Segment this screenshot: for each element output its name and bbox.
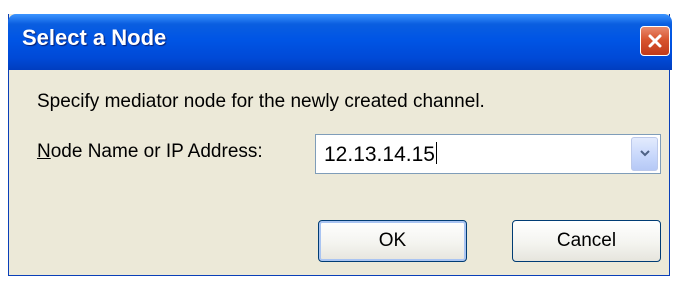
node-input[interactable]: 12.13.14.15 — [324, 142, 437, 167]
close-icon — [647, 33, 663, 49]
text-caret — [435, 142, 437, 164]
dialog-title: Select a Node — [22, 25, 167, 50]
node-input-value: 12.13.14.15 — [324, 143, 435, 166]
cancel-button[interactable]: Cancel — [512, 220, 661, 262]
instruction-text: Specify mediator node for the newly crea… — [37, 91, 485, 112]
label-text: ode Name or IP Address: — [50, 141, 263, 162]
node-field-label: Node Name or IP Address: — [37, 141, 263, 163]
chevron-down-icon — [639, 145, 651, 163]
dialog-body: Specify mediator node for the newly crea… — [9, 70, 669, 275]
close-button[interactable] — [640, 26, 670, 56]
ok-button[interactable]: OK — [318, 220, 467, 262]
node-combobox[interactable]: 12.13.14.15 — [315, 134, 661, 174]
select-node-dialog: Select a Node Specify mediator node for … — [8, 14, 672, 276]
dropdown-button[interactable] — [631, 137, 658, 171]
title-bar[interactable]: Select a Node — [8, 14, 672, 70]
label-mnemonic: N — [37, 141, 51, 162]
